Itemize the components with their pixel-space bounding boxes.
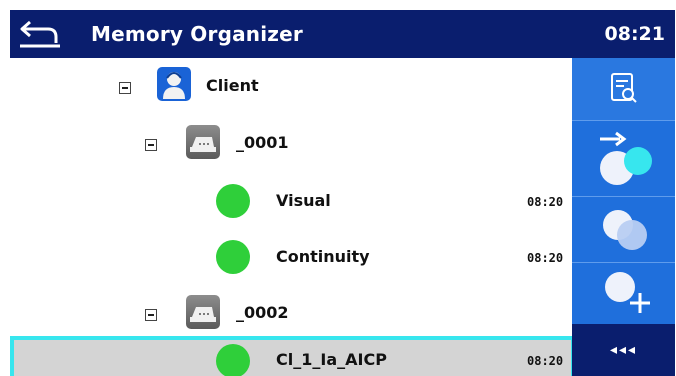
tree-node-measurement[interactable]: Visual 08:20 <box>10 173 571 230</box>
measurement-label: Cl_1_Ia_AICP <box>276 350 387 369</box>
back-arrow-icon <box>20 20 60 48</box>
measurement-label: Visual <box>276 191 331 210</box>
collapse-toggle[interactable] <box>119 82 131 94</box>
clone-button[interactable] <box>572 197 675 263</box>
measurement-time: 08:20 <box>527 195 564 209</box>
appliance-icon <box>186 295 220 329</box>
measurement-time: 08:20 <box>527 354 564 368</box>
client-icon <box>157 67 191 101</box>
tree-node-appliance[interactable]: _0002 <box>10 285 571 342</box>
tree-node-measurement-selected[interactable]: Cl_1_Ia_AICP 08:20 <box>10 336 575 376</box>
clock: 08:21 <box>604 23 665 45</box>
action-sidebar: ◂◂◂ <box>572 58 675 376</box>
view-details-icon <box>611 73 637 103</box>
pass-status-icon <box>216 184 250 218</box>
start-test-button[interactable] <box>572 121 675 197</box>
page-title: Memory Organizer <box>91 22 303 46</box>
header-bar: Memory Organizer 08:21 <box>10 10 675 58</box>
back-button[interactable] <box>18 16 74 52</box>
tree-node-client[interactable]: Client <box>10 58 571 115</box>
tree-node-label: Client <box>206 76 259 95</box>
pass-status-icon <box>216 344 250 376</box>
measurement-time: 08:20 <box>527 251 564 265</box>
measurement-label: Continuity <box>276 247 370 266</box>
tree-node-label: _0001 <box>236 133 289 152</box>
add-measurement-icon <box>605 272 650 313</box>
memory-tree: Client _0001 Visual 08:20 Continuity 08:… <box>10 58 575 376</box>
more-options-button[interactable]: ◂◂◂ <box>572 324 675 376</box>
clone-icon <box>603 210 647 250</box>
tree-node-appliance[interactable]: _0001 <box>10 115 571 172</box>
add-measurement-button[interactable] <box>572 263 675 324</box>
view-details-button[interactable] <box>572 58 675 121</box>
pass-status-icon <box>216 240 250 274</box>
collapse-toggle[interactable] <box>145 309 157 321</box>
collapse-toggle[interactable] <box>145 139 157 151</box>
appliance-icon <box>186 125 220 159</box>
start-test-icon <box>600 131 652 185</box>
tree-node-measurement[interactable]: Continuity 08:20 <box>10 229 571 286</box>
tree-node-label: _0002 <box>236 303 289 322</box>
memory-organizer-screen: Memory Organizer 08:21 Client _0001 Visu… <box>10 10 675 376</box>
